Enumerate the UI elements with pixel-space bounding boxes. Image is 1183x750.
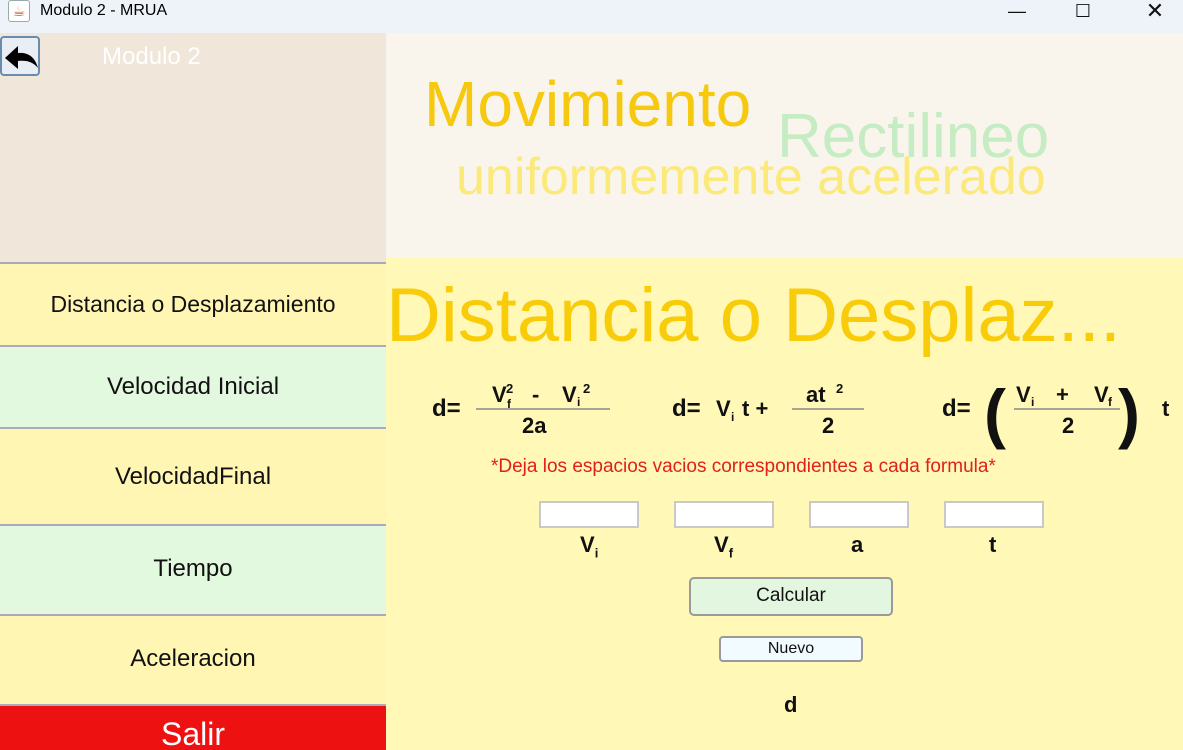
sidebar-item-velocidad-inicial[interactable]: Velocidad Inicial	[0, 345, 386, 427]
svg-text:V: V	[1094, 382, 1109, 407]
sidebar-item-distancia[interactable]: Distancia o Desplazamiento	[0, 262, 386, 345]
new-button[interactable]: Nuevo	[719, 636, 863, 662]
calculate-button[interactable]: Calcular	[689, 577, 893, 616]
a-input[interactable]	[809, 501, 909, 528]
svg-text:2a: 2a	[522, 413, 547, 438]
vf-input[interactable]	[674, 501, 774, 528]
svg-text:i: i	[1031, 395, 1034, 409]
svg-text:): )	[1118, 376, 1140, 450]
vf-label: Vf	[714, 532, 734, 561]
svg-text:V: V	[1016, 382, 1031, 407]
svg-text:(: (	[984, 376, 1006, 450]
instruction-hint: *Deja los espacios vacios correspondient…	[491, 456, 996, 477]
svg-text:d=: d=	[942, 395, 971, 422]
t-input[interactable]	[944, 501, 1044, 528]
formula-2: d= V i t + at 2 2	[672, 381, 864, 438]
svg-text:at: at	[806, 382, 826, 407]
svg-text:2: 2	[583, 381, 590, 396]
svg-text:d=: d=	[432, 395, 461, 422]
sidebar-item-tiempo[interactable]: Tiempo	[0, 524, 386, 614]
a-label: a	[851, 532, 864, 557]
svg-text:2: 2	[822, 413, 834, 438]
back-arrow-icon	[5, 46, 38, 69]
exit-button[interactable]: Salir	[0, 704, 386, 750]
calculator-panel: Distancia o Desplaz... d= V 2 f - V i 2 …	[386, 258, 1183, 750]
vi-label: Vi	[580, 532, 599, 561]
svg-text:d=: d=	[672, 395, 701, 422]
formulas: d= V 2 f - V i 2 2a d= V i t + at 2 2 d=…	[432, 376, 1170, 450]
svg-text:V: V	[492, 382, 507, 407]
window-titlebar: ☕ Modulo 2 - MRUA — ☐ ✕	[0, 0, 1183, 33]
sidebar-header: Modulo 2	[0, 33, 386, 262]
t-label: t	[989, 532, 997, 557]
formula-1: d= V 2 f - V i 2 2a	[432, 381, 610, 438]
svg-text:i: i	[577, 395, 580, 409]
svg-text:i: i	[731, 410, 734, 424]
back-button[interactable]	[0, 36, 40, 76]
sidebar-item-velocidad-final[interactable]: VelocidadFinal	[0, 427, 386, 524]
svg-text:V: V	[562, 382, 577, 407]
close-button[interactable]: ✕	[1132, 0, 1178, 24]
svg-text:t +: t +	[742, 396, 768, 421]
maximize-button[interactable]: ☐	[1060, 0, 1106, 24]
svg-text:2: 2	[506, 381, 513, 396]
formula-3: d= ( V i + V f 2 ) t	[942, 376, 1170, 450]
svg-text:V: V	[716, 396, 731, 421]
svg-text:2: 2	[836, 381, 843, 396]
module-header: Movimiento Rectilineo uniformemente acel…	[386, 33, 1183, 258]
svg-text:-: -	[532, 382, 539, 407]
svg-text:f: f	[1108, 395, 1113, 409]
vi-input[interactable]	[539, 501, 639, 528]
page-title: Distancia o Desplaz...	[386, 273, 1121, 358]
header-word-movimiento: Movimiento	[424, 68, 752, 140]
svg-text:t: t	[1162, 396, 1170, 421]
minimize-button[interactable]: —	[994, 0, 1040, 24]
sidebar-item-aceleracion[interactable]: Aceleracion	[0, 614, 386, 704]
svg-text:2: 2	[1062, 413, 1074, 438]
svg-text:+: +	[1056, 382, 1069, 407]
module-label: Modulo 2	[102, 43, 201, 70]
window-title: Modulo 2 - MRUA	[40, 2, 168, 19]
java-app-icon: ☕	[8, 0, 30, 22]
result-label: d	[784, 692, 798, 717]
header-word-uniformemente: uniformemente acelerado	[456, 148, 1046, 206]
